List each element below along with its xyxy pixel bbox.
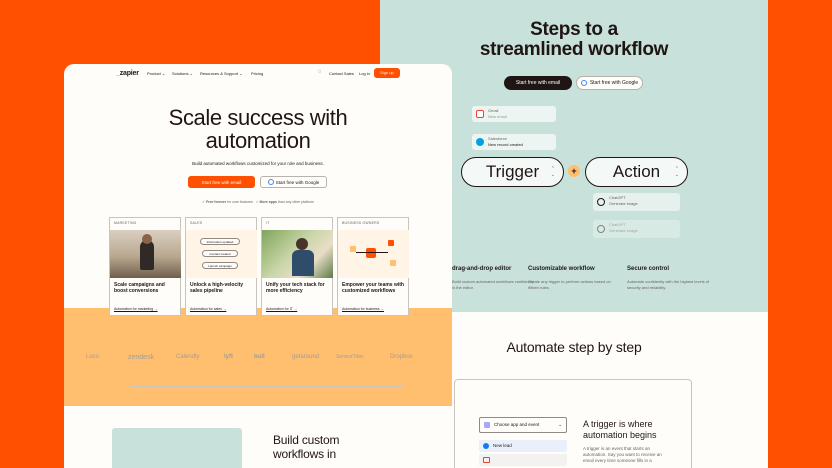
stepper-carets-icon: ⌃ ⌄ [550, 166, 555, 178]
action-card-chatgpt-faded: ChatGPT Generate image [593, 220, 680, 238]
contact-sales-link[interactable]: Contact Sales [329, 71, 354, 76]
login-link[interactable]: Log in [359, 71, 370, 76]
logo-zendesk: zendesk [128, 354, 155, 361]
logo-dropbox: Dropbox [390, 354, 413, 360]
logo-calendly: Calendly [176, 354, 200, 360]
app-option-gmail[interactable] [479, 454, 567, 466]
section-divider [130, 386, 404, 387]
trigger-info-title: A trigger is where automation begins [583, 419, 657, 440]
card-business-owners[interactable]: BUSINESS OWNERS Empower your teams with … [337, 217, 409, 316]
customer-logos: Loco zendesk Calendly lyft bull getaroun… [64, 354, 452, 368]
feature-desc: Automate confidently with the highest le… [627, 279, 710, 290]
logo-lyft: lyft [224, 354, 233, 360]
start-email-button[interactable]: Start free with email [188, 176, 255, 188]
app-option-facebook[interactable]: New lead [479, 440, 567, 452]
card-sales[interactable]: SALES Information updated Contact create… [185, 217, 257, 316]
card-link[interactable]: Automation for sales → [190, 307, 226, 311]
chatgpt-icon [597, 198, 605, 206]
google-icon [267, 179, 274, 185]
add-step-button[interactable]: + [568, 165, 580, 177]
card-it[interactable]: IT Unify your tech stack for more effici… [261, 217, 333, 316]
logo-loco: Loco [86, 354, 100, 360]
app-placeholder-icon [484, 422, 490, 428]
chevron-down-icon: ⌄ [558, 422, 562, 427]
zapier-logo[interactable]: _zapier [116, 70, 139, 77]
action-step[interactable]: Action ⌃ ⌄ [585, 157, 688, 187]
globe-icon[interactable]: ◌ [318, 69, 322, 75]
nav-product[interactable]: Product ⌄ [147, 71, 165, 76]
feature-desc: Build custom automated workflows confide… [452, 279, 534, 290]
card-link[interactable]: Automation for marketing → [114, 307, 158, 311]
marketing-photo [110, 230, 181, 278]
nav-resources[interactable]: Resources & Support ⌄ [200, 71, 242, 76]
benefits-row: ✓ Free forever for core features ✓ More … [202, 200, 314, 204]
chatgpt-icon [597, 225, 605, 233]
card-link[interactable]: Automation for IT → [266, 307, 297, 311]
editor-preview: Choose app and event ⌄ New lead A trigge… [454, 379, 692, 468]
feature-desc: Create any trigger to perform actions ba… [528, 279, 611, 290]
nav-pricing[interactable]: Pricing [251, 71, 263, 76]
choose-app-select[interactable]: Choose app and event ⌄ [479, 417, 567, 433]
feature-title: drag-and-drop editor [452, 266, 512, 272]
hero-title: Scale success with automation [168, 105, 348, 153]
action-card-chatgpt[interactable]: ChatGPT Generate image [593, 193, 680, 211]
step-card-salesforce[interactable]: Salesforce New record created [472, 134, 556, 150]
logo-servicetitan: ServiceTitan [336, 354, 364, 360]
business-diagram [338, 230, 409, 278]
feature-title: Customizable workflow [528, 266, 595, 272]
gmail-icon [476, 110, 484, 118]
stepper-carets-icon: ⌃ ⌄ [674, 166, 679, 178]
start-email-button[interactable]: Start free with email [504, 76, 572, 90]
google-icon [580, 80, 587, 86]
trigger-step[interactable]: Trigger ⌃ ⌄ [461, 157, 564, 187]
card-link[interactable]: Automation for business → [342, 307, 384, 311]
step-card-gmail[interactable]: Gmail New email [472, 106, 556, 122]
logo-bull: bull [254, 354, 265, 360]
hero-subtitle: Build automated workflows customized for… [192, 161, 324, 166]
trigger-info-desc: A trigger is an event that starts an aut… [583, 446, 662, 463]
signup-button[interactable]: Sign up [374, 68, 400, 78]
feature-title: Secure control [627, 266, 670, 272]
facebook-icon [483, 443, 489, 449]
it-photo [262, 230, 333, 278]
workflow-title: Steps to a streamlined workflow [479, 19, 669, 60]
zapier-homepage-window: _zapier Product ⌄ Solutions ⌄ Resources … [64, 64, 452, 468]
logo-getaround: getaround [292, 354, 320, 360]
build-preview [112, 428, 242, 468]
gmail-icon [483, 457, 490, 463]
salesforce-icon [476, 138, 484, 146]
nav-solutions[interactable]: Solutions ⌄ [172, 71, 193, 76]
start-google-button[interactable]: Start free with Google [576, 76, 643, 90]
card-marketing[interactable]: MARKETING Scale campaigns and boost conv… [109, 217, 181, 316]
build-title: Build custom workflows in [273, 433, 340, 461]
sales-diagram: Information updated Contact created Laun… [186, 230, 257, 278]
start-google-button[interactable]: Start free with Google [260, 176, 327, 188]
